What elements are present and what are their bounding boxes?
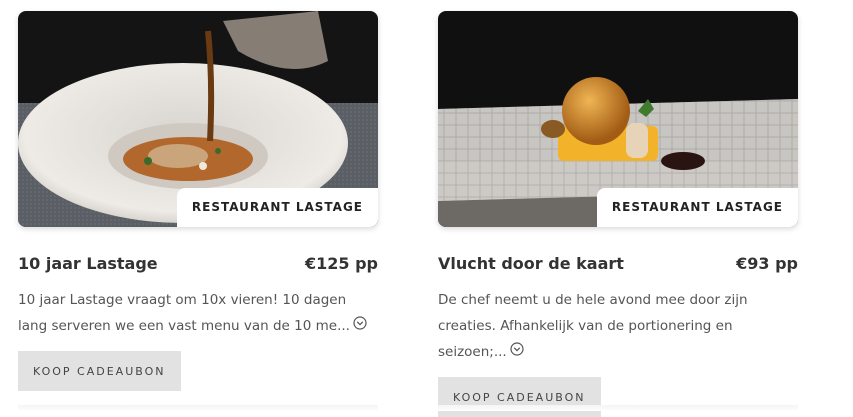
chevron-circle-down-icon[interactable]: [510, 339, 524, 365]
buy-gift-card-button[interactable]: KOOP CADEAUBON: [438, 377, 601, 417]
restaurant-badge: RESTAURANT LASTAGE: [176, 188, 378, 227]
next-card-edge: [438, 405, 798, 411]
buy-gift-card-button[interactable]: KOOP CADEAUBON: [18, 351, 181, 391]
card-description: De chef neemt u de hele avond mee door z…: [438, 287, 798, 365]
restaurant-badge: RESTAURANT LASTAGE: [596, 188, 798, 227]
card-title[interactable]: Vlucht door de kaart: [438, 254, 624, 273]
product-card: RESTAURANT LASTAGE Vlucht door de kaart …: [438, 11, 798, 417]
chevron-circle-down-icon[interactable]: [353, 313, 367, 339]
product-card: RESTAURANT LASTAGE 10 jaar Lastage €125 …: [18, 11, 378, 391]
next-card-edge: [18, 405, 378, 411]
card-price: €125 pp: [304, 254, 378, 273]
description-text: De chef neemt u de hele avond mee door z…: [438, 292, 748, 360]
dish-photo[interactable]: RESTAURANT LASTAGE: [438, 11, 798, 227]
dish-photo[interactable]: RESTAURANT LASTAGE: [18, 11, 378, 227]
description-text: 10 jaar Lastage vraagt om 10x vieren! 10…: [18, 292, 350, 334]
card-price: €93 pp: [736, 254, 798, 273]
card-title[interactable]: 10 jaar Lastage: [18, 254, 158, 273]
card-description: 10 jaar Lastage vraagt om 10x vieren! 10…: [18, 287, 378, 339]
